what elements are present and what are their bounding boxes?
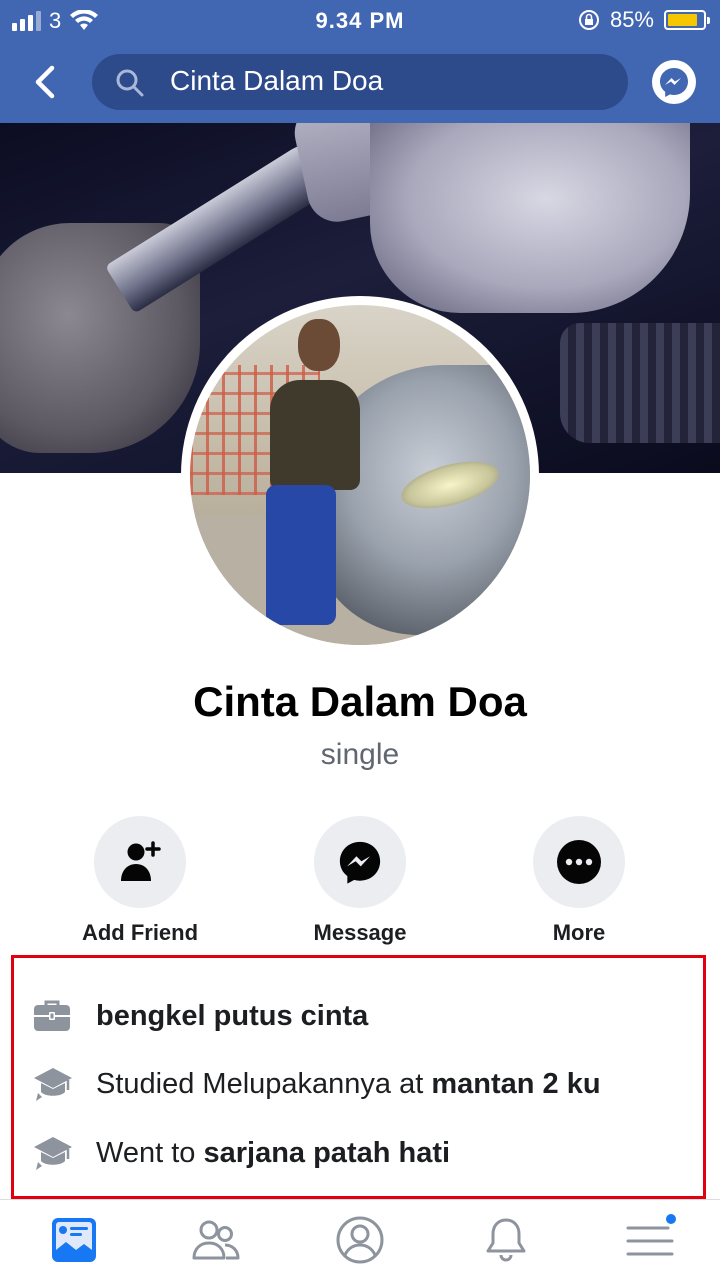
- studied-prefix: Studied Melupakannya at: [96, 1067, 432, 1100]
- messenger-icon: [660, 68, 688, 97]
- friends-icon: [192, 1220, 240, 1260]
- profile-picture[interactable]: [181, 296, 539, 654]
- tab-news-feed[interactable]: [46, 1212, 102, 1268]
- messenger-icon: [339, 841, 381, 884]
- back-button[interactable]: [26, 62, 66, 102]
- intro-details: bengkel putus cinta Studied Melupakannya…: [11, 955, 706, 1199]
- studied-school: mantan 2 ku: [431, 1067, 601, 1100]
- went-to-prefix: Went to: [96, 1136, 204, 1169]
- more-button[interactable]: More: [489, 816, 669, 946]
- work-place: bengkel putus cinta: [96, 999, 369, 1032]
- rotation-lock-icon: [578, 10, 599, 30]
- profile-subtitle: single: [320, 738, 400, 771]
- status-bar: 3 9.34 PM 85%: [0, 0, 720, 40]
- cover-fist: [370, 123, 690, 313]
- studied-row[interactable]: Studied Melupakannya at mantan 2 ku: [32, 1064, 601, 1104]
- profile-photo: [190, 305, 530, 645]
- graduation-cap-icon: [34, 1068, 72, 1101]
- back-icon: [35, 65, 55, 99]
- tab-notifications[interactable]: [478, 1212, 534, 1268]
- search-query: Cinta Dalam Doa: [170, 65, 384, 96]
- briefcase-icon: [34, 1000, 70, 1031]
- news-feed-icon: [52, 1218, 96, 1262]
- add-friend-label: Add Friend: [81, 920, 199, 945]
- messenger-button[interactable]: [652, 60, 696, 104]
- went-to-row[interactable]: Went to sarjana patah hati: [32, 1133, 450, 1173]
- message-label: Message: [313, 920, 407, 945]
- work-row[interactable]: bengkel putus cinta: [32, 996, 368, 1036]
- profile-icon: [336, 1216, 384, 1264]
- search-input[interactable]: Cinta Dalam Doa: [92, 54, 628, 110]
- tab-friends[interactable]: [188, 1212, 244, 1268]
- went-to-school: sarjana patah hati: [203, 1136, 451, 1169]
- search-icon: [116, 69, 144, 97]
- graduation-cap-icon: [34, 1137, 72, 1170]
- cover-sleeve: [560, 323, 720, 443]
- more-label: More: [552, 920, 606, 945]
- battery-percent: 85%: [609, 7, 654, 32]
- message-button[interactable]: Message: [270, 816, 450, 946]
- bell-icon: [486, 1218, 526, 1262]
- menu-badge: [664, 1212, 678, 1226]
- profile-name: Cinta Dalam Doa: [193, 678, 527, 725]
- more-icon: [557, 840, 601, 884]
- add-friend-icon: [121, 841, 161, 881]
- bottom-tab-bar: [0, 1199, 720, 1280]
- top-bar: 3 9.34 PM 85% Cinta Dalam Doa: [0, 0, 720, 123]
- battery-icon: [664, 10, 710, 30]
- tab-profile[interactable]: [332, 1212, 388, 1268]
- tab-menu[interactable]: [622, 1212, 678, 1268]
- add-friend-button[interactable]: Add Friend: [50, 816, 230, 946]
